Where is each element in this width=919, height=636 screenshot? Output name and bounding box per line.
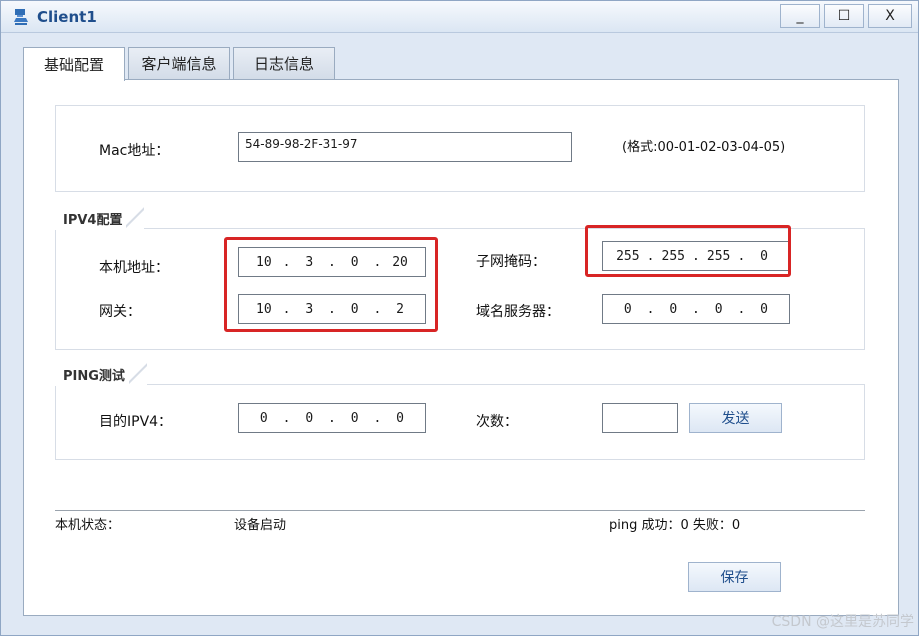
ping-test-group: 目的IPV4： 0. 0. 0. 0 次数： 发送 (55, 384, 865, 460)
ip-octet: 0 (305, 410, 314, 426)
gateway-label: 网关： (99, 304, 141, 320)
title-bar[interactable]: Client1 _ ☐ X (1, 1, 918, 33)
subnet-mask-label: 子网掩码： (476, 254, 546, 270)
mac-format-hint: (格式:00-01-02-03-04-05) (622, 140, 786, 155)
ip-octet: 0 (760, 301, 768, 317)
send-button[interactable]: 发送 (689, 403, 782, 433)
device-status-value: 设备启动 (234, 518, 287, 533)
tab-client-info[interactable]: 客户端信息 (128, 47, 230, 79)
mac-input[interactable]: 54-89-98-2F-31-97 (238, 132, 572, 162)
ping-count-input[interactable] (602, 403, 678, 433)
ipv4-legend: IPV4配置 (55, 206, 145, 230)
pc-app-icon (14, 9, 28, 25)
mac-label: Mac地址： (99, 143, 170, 159)
csdn-watermark: CSDN @这里是苏同学 (771, 614, 914, 630)
dns-server-input[interactable]: 0. 0. 0. 0 (602, 294, 790, 324)
highlight-ip-gateway-box (224, 237, 438, 332)
status-divider (55, 510, 865, 511)
tab-log-info[interactable]: 日志信息 (233, 47, 335, 79)
highlight-subnet-mask-box (585, 225, 791, 277)
device-status-label: 本机状态： (55, 518, 121, 533)
dns-server-label: 域名服务器： (476, 304, 560, 320)
maximize-button[interactable]: ☐ (824, 4, 864, 28)
ip-octet: 0 (396, 410, 404, 426)
ip-octet: 0 (669, 301, 678, 317)
ping-count-label: 次数： (476, 414, 518, 430)
ping-legend: PING测试 (55, 362, 147, 386)
window-controls: _ ☐ X (776, 4, 912, 28)
mac-group: Mac地址： 54-89-98-2F-31-97 (格式:00-01-02-03… (55, 105, 865, 192)
save-button[interactable]: 保存 (688, 562, 781, 592)
ip-octet: 0 (623, 301, 632, 317)
basic-config-panel: Mac地址： 54-89-98-2F-31-97 (格式:00-01-02-03… (23, 79, 899, 616)
ping-target-label: 目的IPV4： (99, 414, 173, 430)
ping-target-input[interactable]: 0. 0. 0. 0 (238, 403, 426, 433)
ping-result-text: ping 成功：0 失败：0 (609, 518, 741, 533)
tab-basic-config[interactable]: 基础配置 (23, 47, 125, 81)
window-title: Client1 (37, 8, 97, 26)
minimize-button[interactable]: _ (780, 4, 820, 28)
ip-octet: 0 (259, 410, 268, 426)
ip-octet: 0 (350, 410, 359, 426)
window-client-area: 基础配置 客户端信息 日志信息 Mac地址： 54-89-98-2F-31-97… (9, 39, 912, 629)
local-ip-label: 本机地址： (99, 260, 169, 276)
ip-octet: 0 (714, 301, 723, 317)
client1-window: Client1 _ ☐ X 基础配置 客户端信息 日志信息 Mac地址： 54-… (0, 0, 919, 636)
close-button[interactable]: X (868, 4, 912, 28)
